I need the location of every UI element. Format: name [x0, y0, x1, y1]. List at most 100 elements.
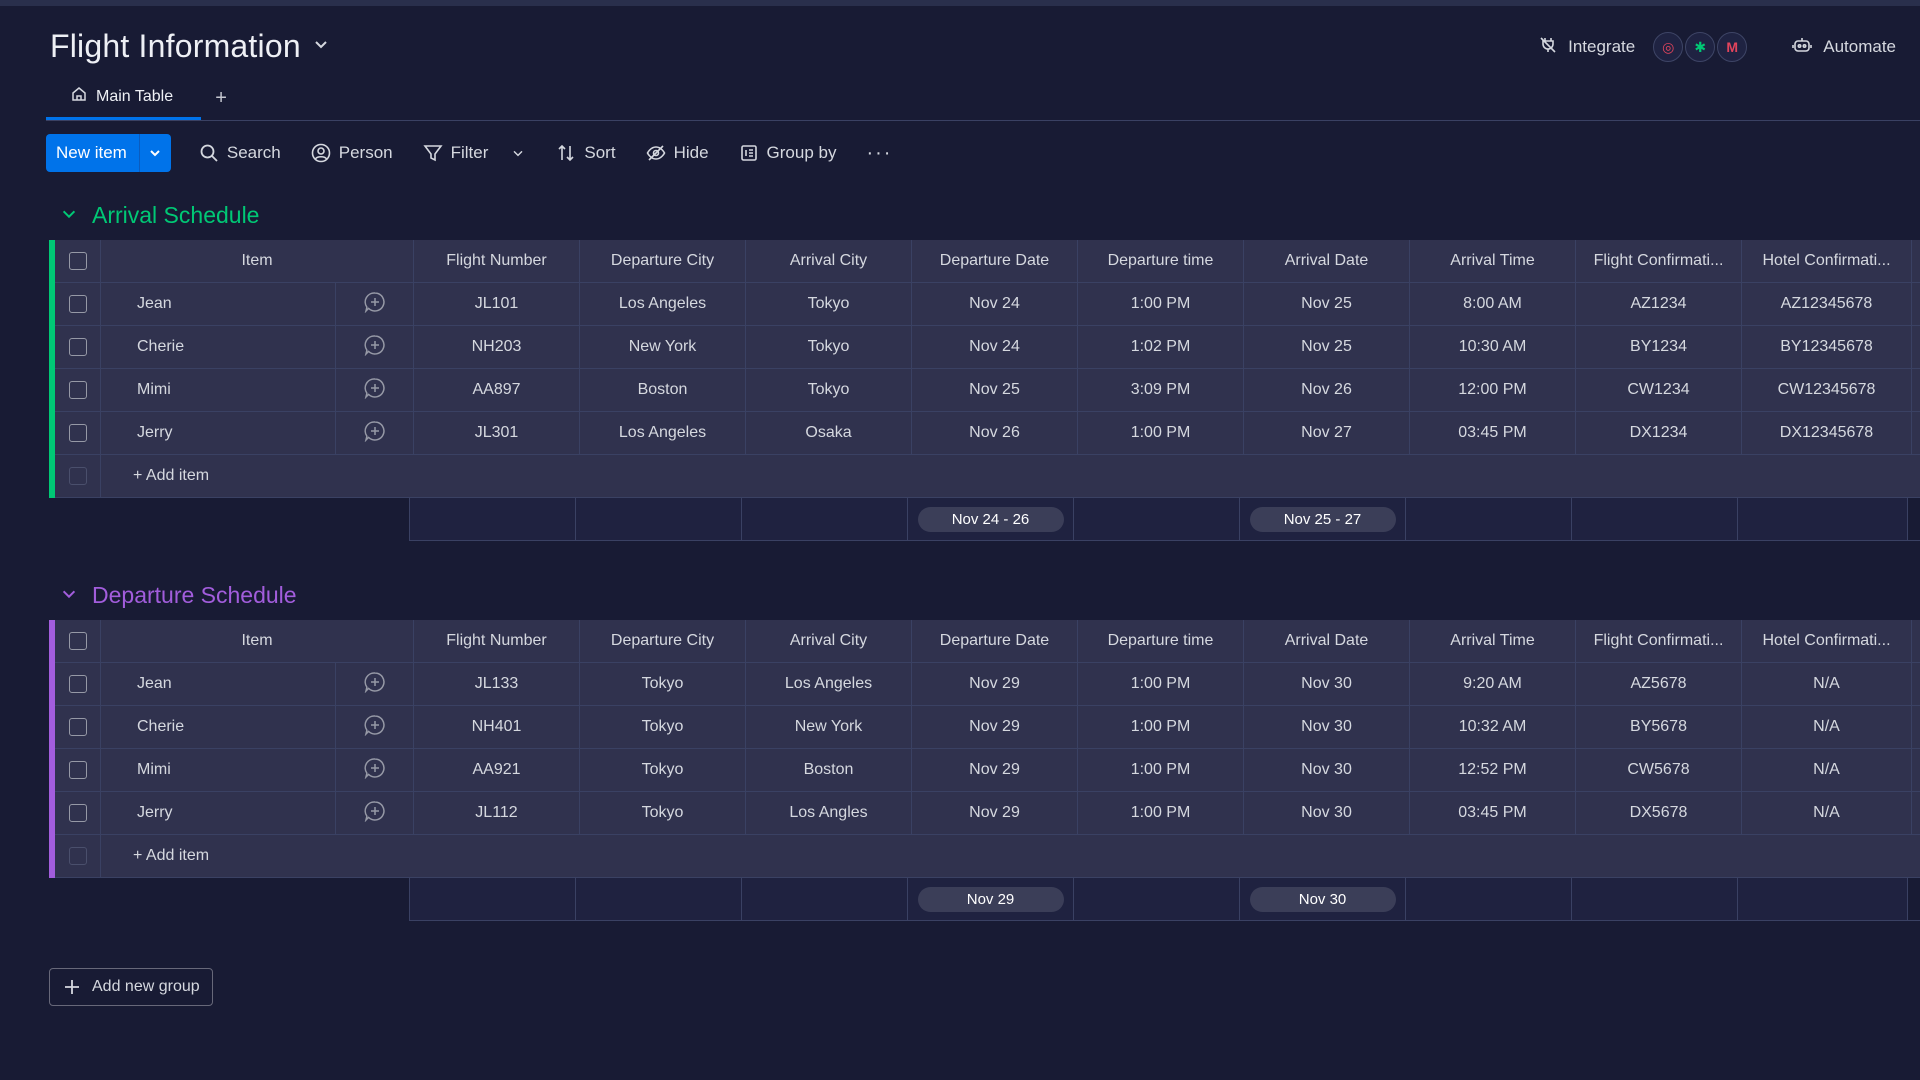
- arrival-time-cell[interactable]: 03:45 PM: [1410, 792, 1576, 834]
- item-name-cell[interactable]: Jean: [101, 663, 336, 705]
- arrival-time-cell[interactable]: 8:00 AM: [1410, 283, 1576, 325]
- hotel-confirmation-cell[interactable]: N/A: [1742, 706, 1912, 748]
- person-filter-button[interactable]: Person: [311, 143, 393, 163]
- group-by-button[interactable]: Group by: [739, 143, 836, 163]
- table-row[interactable]: Cherie NH203 New York Tokyo Nov 24 1:02 PM Nov…: [49, 326, 1920, 369]
- add-update-cell[interactable]: [336, 706, 414, 748]
- add-update-cell[interactable]: [336, 412, 414, 454]
- column-header-item[interactable]: Item: [101, 240, 414, 282]
- select-all-cell[interactable]: [55, 240, 101, 282]
- add-update-icon[interactable]: [364, 420, 386, 447]
- column-header-flight-number[interactable]: Flight Number: [414, 620, 580, 662]
- column-header-item[interactable]: Item: [101, 620, 414, 662]
- add-update-icon[interactable]: [364, 291, 386, 318]
- hotel-confirmation-cell[interactable]: BY12345678: [1742, 326, 1912, 368]
- add-update-cell[interactable]: [336, 369, 414, 411]
- item-name-cell[interactable]: Jerry: [101, 412, 336, 454]
- arrival-date-cell[interactable]: Nov 30: [1244, 792, 1410, 834]
- arrival-city-cell[interactable]: Tokyo: [746, 326, 912, 368]
- column-header-flight-confirmation[interactable]: Flight Confirmati...: [1576, 240, 1742, 282]
- row-select-cell[interactable]: [55, 283, 101, 325]
- departure-city-cell[interactable]: New York: [580, 326, 746, 368]
- flight-confirmation-cell[interactable]: BY5678: [1576, 706, 1742, 748]
- column-header-departure-time[interactable]: Departure time: [1078, 240, 1244, 282]
- arrival-date-cell[interactable]: Nov 25: [1244, 326, 1410, 368]
- flight-confirmation-cell[interactable]: DX5678: [1576, 792, 1742, 834]
- departure-time-cell[interactable]: 1:00 PM: [1078, 749, 1244, 791]
- column-header-arrival-time[interactable]: Arrival Time: [1410, 240, 1576, 282]
- flight-number-cell[interactable]: JL133: [414, 663, 580, 705]
- departure-time-cell[interactable]: 1:00 PM: [1078, 706, 1244, 748]
- hotel-confirmation-cell[interactable]: N/A: [1742, 663, 1912, 705]
- row-select-cell[interactable]: [55, 369, 101, 411]
- flight-number-cell[interactable]: AA897: [414, 369, 580, 411]
- add-update-icon[interactable]: [364, 714, 386, 741]
- departure-date-cell[interactable]: Nov 29: [912, 706, 1078, 748]
- flight-number-cell[interactable]: JL101: [414, 283, 580, 325]
- departure-city-cell[interactable]: Boston: [580, 369, 746, 411]
- departure-city-cell[interactable]: Tokyo: [580, 749, 746, 791]
- add-update-icon[interactable]: [364, 757, 386, 784]
- hotel-confirmation-cell[interactable]: AZ12345678: [1742, 283, 1912, 325]
- more-options-button[interactable]: ···: [866, 142, 892, 165]
- row-checkbox[interactable]: [68, 338, 87, 356]
- arrival-time-cell[interactable]: 03:45 PM: [1410, 412, 1576, 454]
- row-select-cell[interactable]: [55, 792, 101, 834]
- flight-confirmation-cell[interactable]: AZ5678: [1576, 663, 1742, 705]
- flight-number-cell[interactable]: NH203: [414, 326, 580, 368]
- column-header-arrival-city[interactable]: Arrival City: [746, 620, 912, 662]
- add-update-icon[interactable]: [364, 377, 386, 404]
- automate-button[interactable]: Automate: [1791, 35, 1896, 60]
- arrival-city-cell[interactable]: Tokyo: [746, 369, 912, 411]
- arrival-city-cell[interactable]: Los Angles: [746, 792, 912, 834]
- item-name-cell[interactable]: Mimi: [101, 749, 336, 791]
- item-name-cell[interactable]: Cherie: [101, 326, 336, 368]
- departure-city-cell[interactable]: Los Angeles: [580, 283, 746, 325]
- column-header-departure-city[interactable]: Departure City: [580, 620, 746, 662]
- flight-confirmation-cell[interactable]: CW1234: [1576, 369, 1742, 411]
- departure-date-cell[interactable]: Nov 24: [912, 283, 1078, 325]
- search-button[interactable]: Search: [199, 143, 281, 163]
- flight-number-cell[interactable]: JL112: [414, 792, 580, 834]
- flight-confirmation-cell[interactable]: AZ1234: [1576, 283, 1742, 325]
- add-update-icon[interactable]: [364, 671, 386, 698]
- new-item-dropdown[interactable]: [138, 134, 171, 172]
- column-header-arrival-date[interactable]: Arrival Date: [1244, 240, 1410, 282]
- integrate-button[interactable]: Integrate ◎ ✱ M: [1538, 32, 1748, 62]
- hotel-confirmation-cell[interactable]: N/A: [1742, 749, 1912, 791]
- flight-confirmation-cell[interactable]: DX1234: [1576, 412, 1742, 454]
- sort-button[interactable]: Sort: [556, 143, 616, 163]
- flight-confirmation-cell[interactable]: CW5678: [1576, 749, 1742, 791]
- arrival-date-cell[interactable]: Nov 27: [1244, 412, 1410, 454]
- add-update-cell[interactable]: [336, 283, 414, 325]
- add-update-cell[interactable]: [336, 792, 414, 834]
- column-header-hotel-confirmation[interactable]: Hotel Confirmati...: [1742, 620, 1912, 662]
- departure-date-cell[interactable]: Nov 26: [912, 412, 1078, 454]
- column-header-flight-number[interactable]: Flight Number: [414, 240, 580, 282]
- flight-confirmation-cell[interactable]: BY1234: [1576, 326, 1742, 368]
- tab-main-table[interactable]: Main Table: [46, 76, 202, 120]
- column-header-departure-date[interactable]: Departure Date: [912, 240, 1078, 282]
- arrival-time-cell[interactable]: 10:30 AM: [1410, 326, 1576, 368]
- group-title[interactable]: Arrival Schedule: [60, 202, 259, 229]
- row-checkbox[interactable]: [68, 804, 87, 822]
- departure-date-cell[interactable]: Nov 29: [912, 663, 1078, 705]
- hide-button[interactable]: Hide: [646, 143, 709, 163]
- departure-date-cell[interactable]: Nov 29: [912, 792, 1078, 834]
- arrival-time-cell[interactable]: 9:20 AM: [1410, 663, 1576, 705]
- filter-button[interactable]: Filter: [423, 143, 527, 163]
- departure-city-cell[interactable]: Los Angeles: [580, 412, 746, 454]
- add-item-input[interactable]: + Add item: [101, 455, 1920, 497]
- add-update-icon[interactable]: [364, 334, 386, 361]
- departure-city-cell[interactable]: Tokyo: [580, 792, 746, 834]
- row-checkbox[interactable]: [68, 381, 87, 399]
- departure-city-cell[interactable]: Tokyo: [580, 663, 746, 705]
- item-name-cell[interactable]: Jerry: [101, 792, 336, 834]
- chevron-down-icon[interactable]: [60, 582, 78, 609]
- arrival-city-cell[interactable]: Los Angeles: [746, 663, 912, 705]
- row-checkbox[interactable]: [68, 424, 87, 442]
- hotel-confirmation-cell[interactable]: DX12345678: [1742, 412, 1912, 454]
- flight-number-cell[interactable]: JL301: [414, 412, 580, 454]
- departure-city-cell[interactable]: Tokyo: [580, 706, 746, 748]
- departure-time-cell[interactable]: 1:00 PM: [1078, 412, 1244, 454]
